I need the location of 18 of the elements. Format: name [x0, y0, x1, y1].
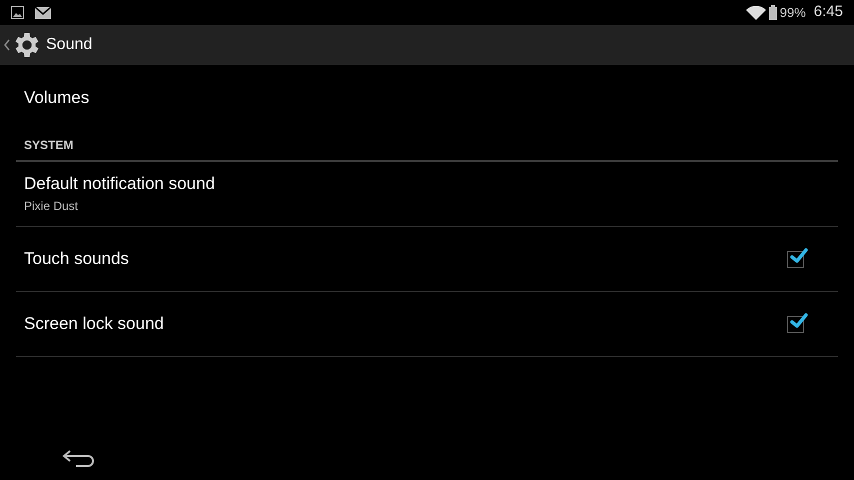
battery-icon [768, 5, 777, 20]
checkmark-icon [789, 312, 809, 330]
mail-icon [35, 6, 51, 18]
setting-title[interactable]: Volumes [24, 86, 90, 108]
wifi-icon [746, 6, 766, 20]
section-header: SYSTEM [24, 137, 74, 154]
setting-title[interactable]: Touch sounds [24, 248, 129, 270]
screen-title: Sound [46, 35, 92, 55]
chevron-left-icon [4, 39, 10, 51]
picture-icon [11, 6, 24, 19]
clock: 6:45 [814, 2, 843, 22]
back-arrow-icon [62, 448, 96, 468]
setting-title[interactable]: Screen lock sound [24, 313, 164, 335]
back-button[interactable] [62, 448, 96, 468]
battery-percent: 99% [780, 4, 806, 22]
setting-title[interactable]: Default notification sound [24, 172, 215, 194]
setting-summary: Pixie Dust [24, 198, 80, 216]
checkmark-icon [789, 246, 809, 264]
